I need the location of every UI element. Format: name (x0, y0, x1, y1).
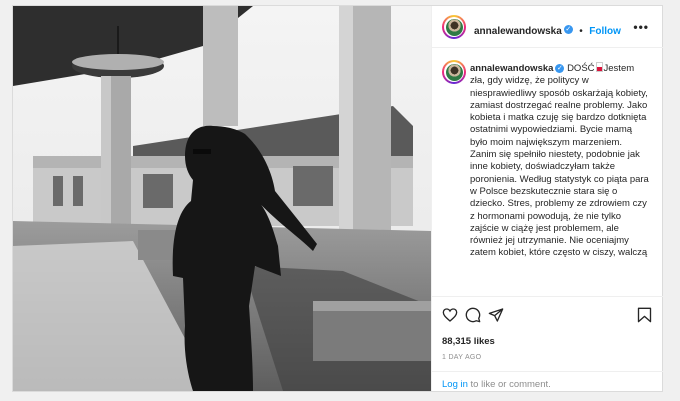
heart-icon[interactable] (442, 307, 458, 323)
send-icon[interactable] (488, 307, 504, 323)
photo-image (13, 6, 431, 391)
comment-icon[interactable] (465, 307, 481, 323)
header-username[interactable]: annalewandowska (474, 26, 562, 37)
login-suffix: to like or comment. (467, 379, 551, 390)
post-timestamp[interactable]: 1 DAY AGO (442, 354, 481, 361)
caption-prefix: DOŚĆ (567, 63, 595, 74)
caption-text: Jestem zła, gdy widzę, że politycy w nie… (470, 63, 649, 259)
post-photo[interactable] (13, 6, 431, 391)
likes-count[interactable]: 88,315 likes (442, 336, 495, 347)
bookmark-icon[interactable] (637, 307, 652, 323)
caption-avatar[interactable] (442, 60, 466, 84)
post-caption: annalewandowska ✓ DOŚĆ Jestem zła, gdy wid… (470, 62, 650, 260)
header-user-row: annalewandowska ✓ • Follow (474, 21, 621, 39)
instagram-post-frame: annalewandowska ✓ • Follow ••• annalewand… (12, 5, 663, 392)
caption-username[interactable]: annalewandowska (470, 63, 553, 74)
post-sidebar: annalewandowska ✓ • Follow ••• annalewand… (431, 6, 663, 392)
login-link[interactable]: Log in (442, 379, 468, 390)
verified-badge-icon: ✓ (555, 63, 565, 73)
verified-badge-icon: ✓ (563, 25, 573, 35)
follow-separator: • (579, 26, 583, 37)
more-horizontal-icon[interactable]: ••• (633, 20, 649, 34)
poland-flag-icon (595, 62, 603, 72)
post-header: annalewandowska ✓ • Follow ••• (432, 6, 663, 48)
follow-button[interactable]: Follow (589, 26, 621, 37)
login-prompt: Log in to like or comment. (432, 371, 663, 393)
avatar[interactable] (442, 15, 466, 39)
post-actions: 88,315 likes 1 DAY AGO Log in to like or… (432, 296, 663, 392)
